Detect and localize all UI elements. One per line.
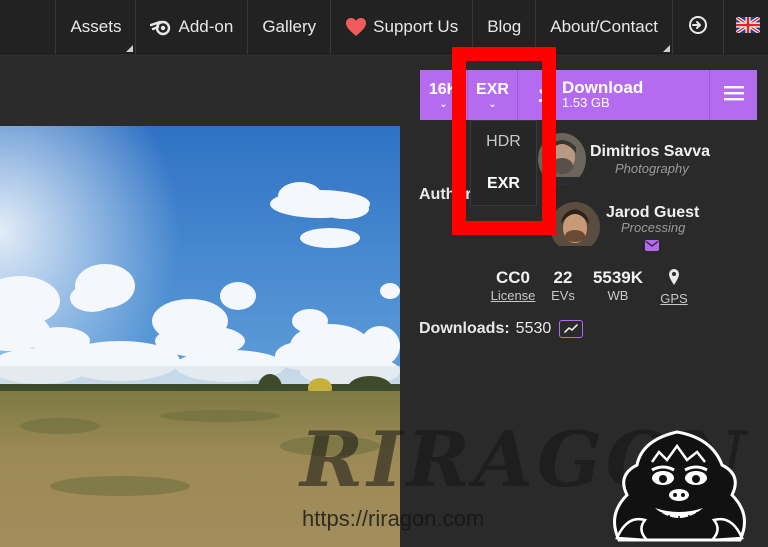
author-role: Photography [615, 161, 689, 176]
nav-blog-label: Blog [487, 17, 522, 36]
nav-gallery-label: Gallery [262, 17, 317, 36]
downloads-graph-button[interactable] [559, 320, 584, 338]
blender-icon [150, 18, 172, 36]
more-options-button[interactable] [709, 70, 757, 120]
nav-assets-label: Assets [70, 17, 122, 36]
evs-value: 22 [553, 268, 573, 287]
downloads-value: 5530 [515, 320, 552, 337]
nav-gallery[interactable]: Gallery [247, 0, 330, 54]
submenu-corner-icon [663, 45, 670, 52]
nav-assets[interactable]: Assets [55, 0, 135, 54]
license-value: CC0 [495, 268, 530, 287]
highlight-annotation [452, 47, 556, 235]
chevron-down-icon: ⌄ [439, 99, 448, 110]
nav-blog[interactable]: Blog [472, 0, 535, 54]
license-stat[interactable]: CC0 License [488, 268, 538, 303]
language-selector[interactable] [723, 0, 768, 54]
wb-stat: 5539K WB [588, 268, 648, 303]
trend-chart-icon [564, 324, 579, 333]
wb-value: 5539K [592, 268, 644, 287]
evs-label: EVs [551, 288, 575, 303]
author-role: Processing [621, 220, 686, 235]
gps-label[interactable]: GPS [656, 291, 692, 306]
login-button[interactable] [672, 0, 723, 54]
submenu-corner-icon [126, 45, 134, 52]
map-pin-icon [656, 268, 692, 291]
avatar-jarod-guest[interactable] [550, 202, 600, 252]
downloads-label: Downloads: [419, 320, 510, 337]
heart-icon [345, 17, 367, 37]
gorilla-logo-icon [597, 420, 762, 547]
uk-flag-icon [735, 15, 761, 38]
evs-stat: 22 EVs [546, 268, 580, 303]
watermark-url: https://riragon.com [302, 506, 485, 531]
nav-support-us[interactable]: Support Us [330, 0, 472, 54]
top-navigation: Assets Add-on Gallery Support Us Blog Ab… [0, 0, 768, 54]
nav-about-contact[interactable]: About/Contact [535, 0, 672, 54]
hamburger-menu-icon [723, 85, 744, 106]
login-icon [688, 15, 708, 40]
nav-about-contact-label: About/Contact [550, 17, 658, 36]
download-size: 1.53 GB [562, 95, 610, 110]
downloads-count: Downloads: 5530 [419, 320, 584, 338]
nav-support-us-label: Support Us [373, 17, 459, 36]
wb-label: WB [607, 288, 629, 303]
mail-icon[interactable] [645, 240, 659, 251]
license-label[interactable]: License [488, 288, 538, 303]
author-name[interactable]: Dimitrios Savva [590, 143, 710, 161]
header-band [0, 54, 400, 126]
nav-addon[interactable]: Add-on [135, 0, 247, 54]
nav-addon-label: Add-on [178, 17, 234, 36]
gps-stat[interactable]: GPS [656, 268, 692, 306]
download-label: Download [562, 78, 644, 97]
